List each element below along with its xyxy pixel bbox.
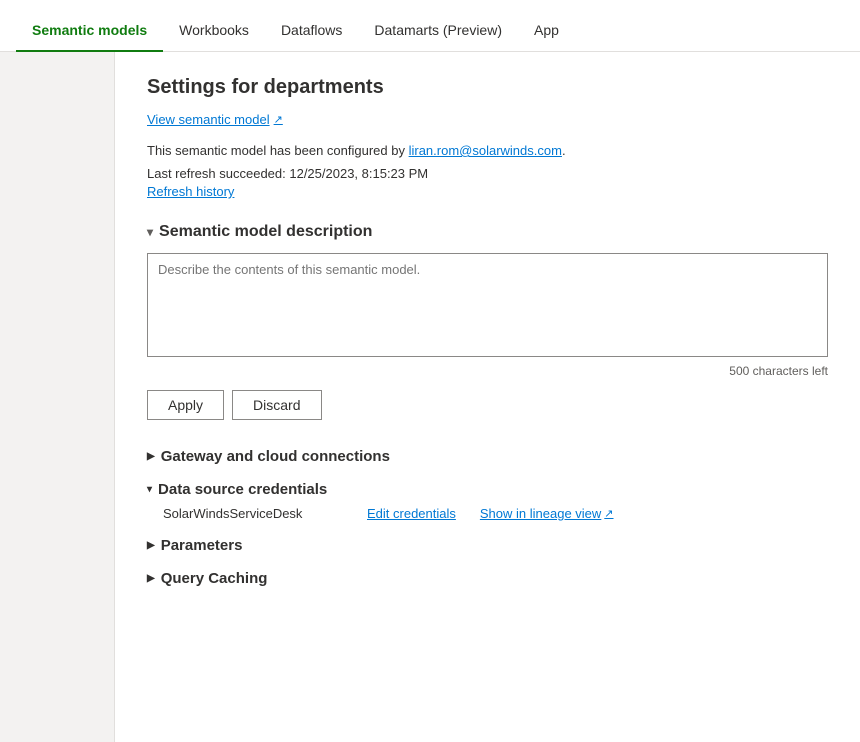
description-section-title: Semantic model description — [159, 223, 372, 241]
configured-by-suffix: . — [562, 143, 566, 158]
description-section-header[interactable]: ▾ Semantic model description — [147, 223, 828, 241]
tab-workbooks[interactable]: Workbooks — [163, 10, 265, 52]
description-section: ▾ Semantic model description 500 charact… — [147, 223, 828, 420]
credentials-section-header[interactable]: ▾ Data source credentials — [147, 481, 828, 498]
last-refresh-text: Last refresh succeeded: 12/25/2023, 8:15… — [147, 166, 828, 181]
parameters-section-title: Parameters — [161, 537, 243, 554]
refresh-history-link[interactable]: Refresh history — [147, 184, 234, 199]
external-link-icon: ↗ — [274, 113, 283, 126]
credentials-chevron-icon: ▾ — [147, 485, 152, 495]
credentials-source-name: SolarWindsServiceDesk — [163, 506, 343, 521]
description-button-row: Apply Discard — [147, 390, 828, 420]
credentials-section-title: Data source credentials — [158, 481, 327, 498]
configured-by-email[interactable]: liran.rom@solarwinds.com — [409, 143, 562, 158]
configured-by-prefix: This semantic model has been configured … — [147, 143, 409, 158]
gateway-section: ▶ Gateway and cloud connections — [147, 448, 828, 465]
credentials-row: SolarWindsServiceDesk Edit credentials S… — [147, 506, 828, 521]
page-title: Settings for departments — [147, 76, 828, 99]
gateway-chevron-icon: ▶ — [147, 452, 155, 462]
query-caching-section: ▶ Query Caching — [147, 570, 828, 587]
sidebar — [0, 52, 115, 742]
gateway-section-title: Gateway and cloud connections — [161, 448, 390, 465]
credentials-section: ▾ Data source credentials SolarWindsServ… — [147, 481, 828, 521]
view-semantic-model-link[interactable]: View semantic model ↗ — [147, 112, 283, 127]
main-layout: Settings for departments View semantic m… — [0, 52, 860, 742]
discard-button[interactable]: Discard — [232, 390, 321, 420]
parameters-section-header[interactable]: ▶ Parameters — [147, 537, 828, 554]
description-chevron-icon: ▾ — [147, 225, 153, 239]
apply-button[interactable]: Apply — [147, 390, 224, 420]
tab-dataflows[interactable]: Dataflows — [265, 10, 358, 52]
content-area: Settings for departments View semantic m… — [115, 52, 860, 742]
show-lineage-label: Show in lineage view — [480, 506, 601, 521]
char-count: 500 characters left — [147, 364, 828, 378]
top-navigation: Semantic models Workbooks Dataflows Data… — [0, 0, 860, 52]
tab-app[interactable]: App — [518, 10, 575, 52]
query-caching-section-title: Query Caching — [161, 570, 268, 587]
edit-credentials-link[interactable]: Edit credentials — [367, 506, 456, 521]
parameters-chevron-icon: ▶ — [147, 541, 155, 551]
query-caching-section-header[interactable]: ▶ Query Caching — [147, 570, 828, 587]
show-lineage-link[interactable]: Show in lineage view ↗ — [480, 506, 614, 521]
gateway-section-header[interactable]: ▶ Gateway and cloud connections — [147, 448, 828, 465]
tab-semantic-models[interactable]: Semantic models — [16, 10, 163, 52]
view-model-label: View semantic model — [147, 112, 270, 127]
lineage-external-icon: ↗ — [604, 507, 613, 520]
parameters-section: ▶ Parameters — [147, 537, 828, 554]
tab-datamarts[interactable]: Datamarts (Preview) — [358, 10, 518, 52]
query-caching-chevron-icon: ▶ — [147, 574, 155, 584]
configured-by-text: This semantic model has been configured … — [147, 143, 828, 158]
description-textarea[interactable] — [147, 253, 828, 357]
